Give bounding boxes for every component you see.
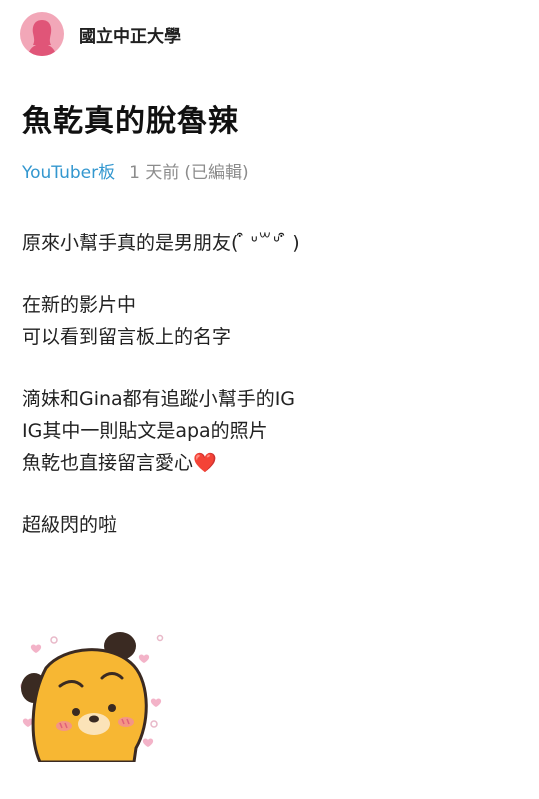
female-avatar-icon[interactable] [20,12,64,56]
blushing-bear-sticker-icon [16,628,166,764]
body-line: 滴妹和Gina都有追蹤小幫手的IG [22,388,296,410]
body-line: 原來小幫手真的是男朋友( ͒ ᐡ꒳ᐡ ͒ ) [22,232,300,254]
post-title: 魚乾真的脫魯辣 [22,104,239,139]
body-line: 魚乾也直接留言愛心❤️ [22,452,217,474]
post-body: 原來小幫手真的是男朋友( ͒ ᐡ꒳ᐡ ͒ ) 在新的影片中 可以看到留言板上的名… [22,227,522,541]
post-meta: YouTuber板 1 天前 (已編輯) [22,158,249,183]
edited-label: (已編輯) [184,163,249,183]
board-link[interactable]: YouTuber板 [22,158,115,183]
body-line: IG其中一則貼文是apa的照片 [22,420,268,442]
post-header: 國立中正大學 [20,12,181,56]
body-line: 超級閃的啦 [22,514,118,536]
body-line: 在新的影片中 [22,294,137,316]
body-line: 可以看到留言板上的名字 [22,326,232,348]
school-name[interactable]: 國立中正大學 [79,22,181,47]
post-time: 1 天前 [129,163,180,183]
